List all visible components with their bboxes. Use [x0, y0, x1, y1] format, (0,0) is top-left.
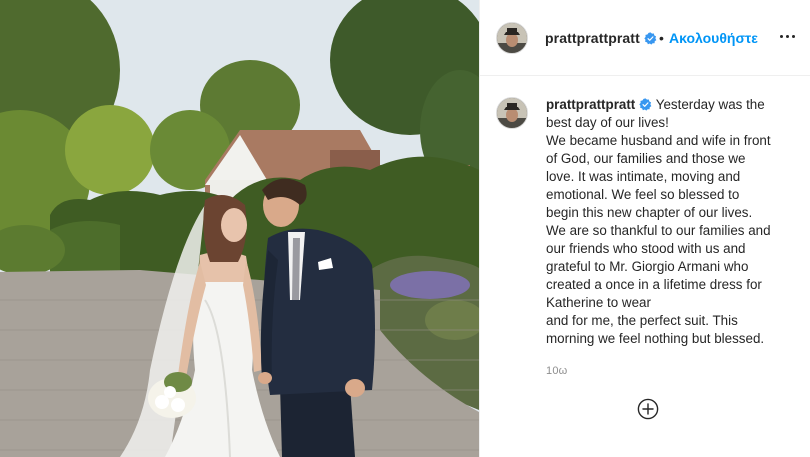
follow-button[interactable]: Ακολουθήστε — [669, 30, 758, 46]
wedding-photo-image — [0, 0, 479, 457]
header-username-text[interactable]: prattprattpratt — [545, 30, 640, 46]
plus-circle-icon — [637, 398, 659, 420]
caption-line: We became husband and wife in front — [546, 133, 771, 148]
caption-line: and for me, the perfect suit. This — [546, 313, 738, 328]
caption-username[interactable]: prattprattpratt — [546, 97, 635, 112]
verified-badge-icon — [644, 32, 657, 45]
caption-avatar[interactable] — [496, 97, 528, 129]
post-timestamp[interactable]: 10ω — [546, 365, 567, 377]
avatar[interactable] — [496, 22, 528, 54]
caption-line: emotional. We feel so blessed to — [546, 187, 740, 202]
caption-line: Katherine to wear — [546, 295, 651, 310]
caption-line: We are so thankful to our families and — [546, 223, 771, 238]
header-separator: • — [659, 30, 664, 46]
caption-text: prattprattpratt Yesterday was the best d… — [546, 96, 786, 348]
post-header: prattprattpratt • Ακολουθήστε — [480, 0, 810, 76]
caption-line: best day of our lives! — [546, 115, 669, 130]
caption-line: morning we feel nothing but blessed. — [546, 331, 765, 346]
caption-line: begin this new chapter of our lives. — [546, 205, 753, 220]
caption-line: love. It was intimate, moving and — [546, 169, 741, 184]
caption-line: grateful to Mr. Giorgio Armani who — [546, 259, 749, 274]
verified-badge-icon — [639, 98, 652, 111]
caption-line: created a once in a lifetime dress for — [546, 277, 762, 292]
caption-line: of God, our families and those we — [546, 151, 746, 166]
load-more-comments-button[interactable] — [637, 398, 659, 420]
post-side-panel: prattprattpratt • Ακολουθήστε prattpratt… — [479, 0, 810, 457]
post-photo[interactable] — [0, 0, 479, 457]
header-username[interactable]: prattprattpratt — [545, 30, 657, 46]
more-options-icon[interactable] — [778, 28, 798, 44]
caption-line: Yesterday was the — [655, 97, 765, 112]
caption-line: our friends who stood with us and — [546, 241, 746, 256]
avatar-image — [497, 23, 527, 53]
caption-first-line: prattprattpratt Yesterday was the — [546, 96, 786, 114]
avatar-image — [497, 98, 527, 128]
